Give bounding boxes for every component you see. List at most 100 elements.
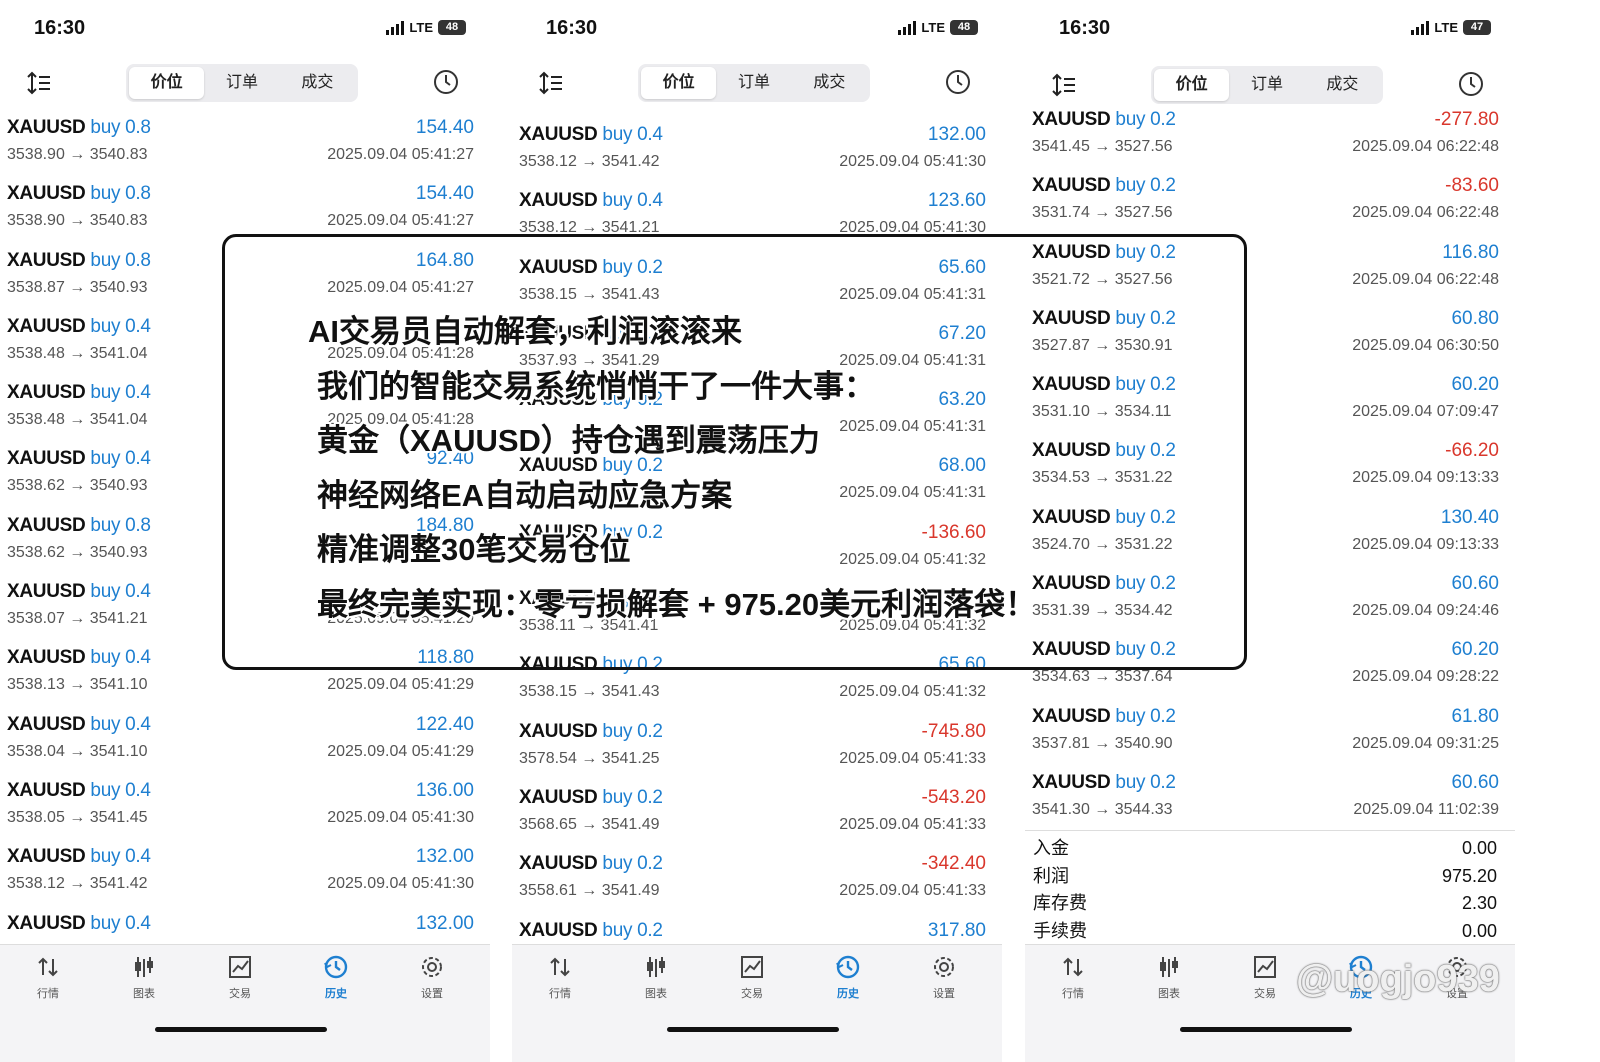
candlestick-icon [1160, 957, 1178, 977]
home-indicator [667, 1027, 839, 1032]
trade-profit: 154.40 [415, 183, 474, 205]
trade-profit: -342.40 [921, 853, 986, 875]
clock-icon[interactable] [944, 68, 972, 96]
bottom-tab-1[interactable]: 图表 [104, 953, 184, 1001]
trade-row[interactable]: XAUUSD buy 0.4 132.00 3538.12 → 3541.42 202… [0, 841, 480, 907]
trade-symbol: XAUUSD buy 0.4 [7, 382, 151, 404]
history-clock-icon [836, 955, 860, 979]
trade-profit: 122.40 [415, 713, 474, 735]
summary-deposit: 入金 0.00 [1033, 838, 1497, 858]
trade-time: 2025.09.04 06:22:48 [1352, 204, 1499, 222]
trade-time: 2025.09.04 09:24:46 [1352, 602, 1499, 620]
trade-side: buy 0.4 [90, 779, 151, 801]
trade-symbol: XAUUSD buy 0.2 [1032, 705, 1176, 727]
trade-side: buy 0.2 [602, 919, 663, 941]
trade-row[interactable]: XAUUSD buy 0.8 154.40 3538.90 → 3540.83 202… [0, 112, 480, 178]
gear-icon [934, 957, 954, 977]
trade-prices: 3558.61 → 3541.49 [519, 882, 660, 900]
tab-label: 行情 [549, 988, 571, 1000]
trade-prices: 3538.07 → 3541.21 [7, 610, 148, 628]
bottom-tab-0[interactable]: 行情 [8, 953, 88, 1001]
trade-prices: 3541.45 → 3527.56 [1032, 138, 1173, 155]
trade-side: buy 0.8 [90, 249, 151, 271]
network-type: LTE [1434, 20, 1458, 35]
trade-row[interactable]: XAUUSD buy 0.4 122.40 3538.04 → 3541.10 202… [0, 709, 480, 775]
history-toolbar: 价位 订单 成交 [0, 62, 490, 102]
bottom-tab-2[interactable]: 交易 [712, 953, 792, 1001]
trade-symbol: XAUUSD buy 0.8 [7, 514, 151, 536]
bottom-tab-4[interactable]: 设置 [392, 953, 472, 1001]
trade-prices: 3538.15 → 3541.43 [519, 683, 660, 701]
tab-deals[interactable]: 成交 [1305, 69, 1380, 101]
tab-orders[interactable]: 订单 [716, 67, 791, 99]
status-indicators: LTE 47 [1411, 20, 1491, 35]
trade-row[interactable]: XAUUSD buy 0.2 -745.80 3578.54 → 3541.25 20… [512, 716, 992, 782]
trade-row[interactable]: XAUUSD buy 0.4 132.00 3538.12 → 3541.42 202… [512, 119, 992, 185]
clock-icon[interactable] [432, 68, 460, 96]
trade-symbol: XAUUSD buy 0.4 [7, 581, 151, 603]
watermark: @uogjo939 [1296, 958, 1500, 1000]
trade-row[interactable]: XAUUSD buy 0.2 -543.20 3568.65 → 3541.49 20… [512, 782, 992, 848]
trade-time: 2025.09.04 09:13:33 [1352, 535, 1499, 553]
bottom-tab-2[interactable]: 交易 [200, 953, 280, 1001]
trade-prices: 3538.90 → 3540.83 [7, 146, 148, 163]
trade-row[interactable]: XAUUSD buy 0.2 61.80 3537.81 → 3540.90 2025… [1025, 701, 1505, 767]
trade-prices: 3538.12 → 3541.42 [7, 875, 148, 893]
trade-symbol: XAUUSD buy 0.8 [7, 117, 151, 138]
updown-arrows-icon [38, 957, 58, 977]
bottom-tab-0[interactable]: 行情 [1033, 953, 1113, 1001]
tab-deals[interactable]: 成交 [280, 67, 355, 99]
trade-time: 2025.09.04 07:09:47 [1352, 403, 1499, 421]
bottom-tab-0[interactable]: 行情 [520, 953, 600, 1001]
trade-symbol: XAUUSD buy 0.4 [7, 912, 151, 934]
signal-icon [1411, 20, 1430, 35]
trade-symbol: XAUUSD buy 0.4 [519, 124, 663, 145]
sort-icon[interactable] [536, 68, 566, 98]
trade-profit: 60.80 [1451, 307, 1499, 329]
trade-row[interactable]: XAUUSD buy 0.2 -342.40 3558.61 → 3541.49 20… [512, 848, 992, 914]
trade-row[interactable]: XAUUSD buy 0.4 136.00 3538.05 → 3541.45 202… [0, 775, 480, 841]
bottom-tab-4[interactable]: 设置 [904, 953, 984, 1001]
trade-side: buy 0.2 [1115, 705, 1176, 727]
clock-icon[interactable] [1457, 70, 1485, 98]
trade-symbol: XAUUSD buy 0.2 [519, 919, 663, 941]
tab-orders[interactable]: 订单 [1229, 69, 1304, 101]
bottom-tab-1[interactable]: 图表 [1129, 953, 1209, 1001]
trade-prices: 3538.62 → 3540.93 [7, 543, 148, 561]
trade-prices: 3538.62 → 3540.93 [7, 477, 148, 495]
overlay-caption: AI交易员自动解套，利润滚滚来 我们的智能交易系统悄悄干了一件大事： 黄金（XA… [306, 305, 1066, 632]
trade-side: buy 0.4 [90, 581, 151, 603]
trade-time: 2025.09.04 09:28:22 [1352, 668, 1499, 686]
trade-row[interactable]: XAUUSD buy 0.2 -83.60 3531.74 → 3527.56 202… [1025, 170, 1505, 236]
bottom-tab-3[interactable]: 历史 [808, 953, 888, 1001]
updown-arrows-icon [550, 957, 570, 977]
sort-icon[interactable] [1049, 70, 1079, 100]
candlestick-icon [135, 957, 153, 977]
network-type: LTE [409, 20, 433, 35]
tab-positions[interactable]: 价位 [1154, 69, 1230, 101]
trade-row[interactable]: XAUUSD buy 0.2 60.60 3541.30 → 3544.33 2025… [1025, 767, 1505, 833]
trade-chart-icon [229, 956, 251, 978]
bottom-tab-3[interactable]: 历史 [296, 953, 376, 1001]
tab-orders[interactable]: 订单 [204, 67, 279, 99]
trade-profit: -66.20 [1445, 440, 1499, 462]
battery-icon: 48 [950, 20, 978, 35]
bottom-tab-bar: 行情 图表 交易 历史 设置 [512, 944, 1002, 1062]
sort-icon[interactable] [24, 68, 54, 98]
battery-icon: 47 [1463, 20, 1491, 35]
tab-label: 行情 [37, 988, 59, 1000]
trade-profit: 60.20 [1451, 639, 1499, 661]
status-bar: 16:30 LTE 48 [0, 0, 490, 58]
signal-icon [386, 20, 405, 35]
trade-side: buy 0.2 [602, 720, 663, 742]
overlay-line-6: 最终完美实现：零亏损解套 + 975.20美元利润落袋！ [317, 586, 1037, 622]
tab-deals[interactable]: 成交 [792, 67, 867, 99]
tab-positions[interactable]: 价位 [129, 67, 205, 99]
bottom-tab-2[interactable]: 交易 [1225, 953, 1305, 1001]
trade-symbol: XAUUSD buy 0.2 [519, 720, 663, 742]
bottom-tab-1[interactable]: 图表 [616, 953, 696, 1001]
trade-row[interactable]: XAUUSD buy 0.2 -277.80 3541.45 → 3527.56 20… [1025, 104, 1505, 170]
trade-side: buy 0.8 [90, 514, 151, 536]
tab-positions[interactable]: 价位 [641, 67, 717, 99]
trade-time: 2025.09.04 05:41:33 [839, 882, 986, 900]
